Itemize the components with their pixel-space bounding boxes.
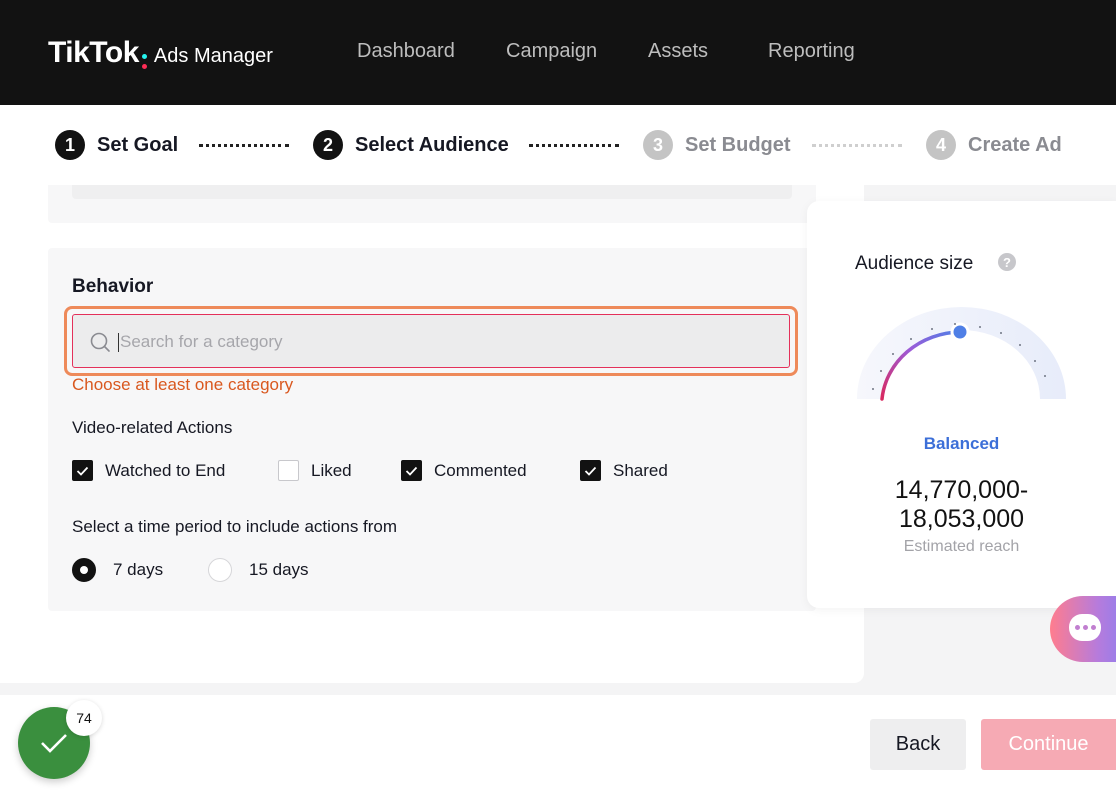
help-icon[interactable]: ? xyxy=(998,253,1016,271)
search-icon xyxy=(90,332,110,352)
checkbox-checked-icon xyxy=(580,460,601,481)
radio-15-days[interactable]: 15 days xyxy=(208,558,309,582)
step-label: Set Budget xyxy=(685,133,791,156)
checkbox-label: Shared xyxy=(613,460,668,480)
nav-campaign[interactable]: Campaign xyxy=(506,40,597,63)
step-connector xyxy=(812,144,902,147)
previous-section-field xyxy=(72,185,792,199)
checkbox-unchecked-icon xyxy=(278,460,299,481)
step-label: Set Goal xyxy=(97,133,179,156)
behavior-section: Behavior Search for a category Choose at… xyxy=(48,248,816,611)
step-set-budget: 3 Set Budget xyxy=(643,130,791,160)
checkbox-label: Commented xyxy=(434,460,527,480)
search-focus-ring: Search for a category xyxy=(64,306,798,376)
checkbox-checked-icon xyxy=(72,460,93,481)
checkbox-label: Liked xyxy=(311,460,352,480)
logo-brand: TikTok xyxy=(48,36,139,69)
step-label: Select Audience xyxy=(355,133,509,156)
chat-support-button[interactable] xyxy=(1050,596,1116,662)
behavior-title: Behavior xyxy=(72,276,154,297)
step-number: 2 xyxy=(313,130,343,160)
top-nav-bar: TikTok Ads Manager Dashboard Campaign As… xyxy=(0,0,1116,105)
category-search-input[interactable]: Search for a category xyxy=(72,314,790,368)
step-label: Create Ad xyxy=(968,133,1062,156)
checkbox-watched-to-end[interactable]: Watched to End xyxy=(72,460,225,481)
step-create-ad: 4 Create Ad xyxy=(926,130,1062,160)
chat-bubble-icon xyxy=(1069,614,1101,641)
step-number: 4 xyxy=(926,130,956,160)
tiktok-ads-manager-logo[interactable]: TikTok Ads Manager xyxy=(48,36,273,75)
text-cursor xyxy=(118,333,119,352)
previous-section xyxy=(48,185,816,223)
radio-label: 15 days xyxy=(249,560,309,579)
audience-form-panel: Behavior Search for a category Choose at… xyxy=(0,185,864,683)
checkbox-checked-icon xyxy=(401,460,422,481)
checklist-count-badge: 74 xyxy=(66,700,102,736)
audience-size-title: Audience size xyxy=(855,253,974,274)
step-connector xyxy=(529,144,619,147)
logo-colon-icon xyxy=(141,52,147,72)
checkbox-liked[interactable]: Liked xyxy=(278,460,352,481)
step-set-goal[interactable]: 1 Set Goal xyxy=(55,130,178,160)
reach-range-end: 18,053,000 xyxy=(898,505,1025,533)
continue-button[interactable]: Continue xyxy=(981,719,1116,770)
checkbox-shared[interactable]: Shared xyxy=(580,460,668,481)
radio-selected-icon xyxy=(72,558,96,582)
validation-error: Choose at least one category xyxy=(72,375,294,394)
audience-gauge xyxy=(857,307,1066,401)
radio-unselected-icon xyxy=(208,558,232,582)
estimated-reach-caption: Estimated reach xyxy=(903,538,1020,555)
radio-label: 7 days xyxy=(113,560,164,579)
gauge-indicator xyxy=(950,322,970,342)
logo-product: Ads Manager xyxy=(153,45,273,67)
step-select-audience[interactable]: 2 Select Audience xyxy=(313,130,509,160)
step-number: 1 xyxy=(55,130,85,160)
nav-assets[interactable]: Assets xyxy=(648,40,708,63)
audience-size-panel: Audience size ? Balanced 14,770,000- 18,… xyxy=(807,201,1116,608)
checkbox-commented[interactable]: Commented xyxy=(401,460,527,481)
video-actions-label: Video-related Actions xyxy=(72,418,233,437)
checkbox-label: Watched to End xyxy=(105,460,226,480)
search-placeholder: Search for a category xyxy=(120,332,283,351)
time-period-label: Select a time period to include actions … xyxy=(72,517,398,536)
radio-7-days[interactable]: 7 days xyxy=(72,558,163,582)
estimated-reach-value: 14,770,000- 18,053,000 xyxy=(807,476,1116,534)
step-number: 3 xyxy=(643,130,673,160)
step-connector xyxy=(199,144,289,147)
back-button[interactable]: Back xyxy=(870,719,966,770)
nav-reporting[interactable]: Reporting xyxy=(768,40,855,63)
checkmark-icon xyxy=(41,734,67,753)
reach-range-start: 14,770,000- xyxy=(894,476,1029,504)
audience-status: Balanced xyxy=(923,434,1000,453)
nav-dashboard[interactable]: Dashboard xyxy=(357,40,455,63)
footer-bar: 74 Back Continue xyxy=(0,695,1116,794)
